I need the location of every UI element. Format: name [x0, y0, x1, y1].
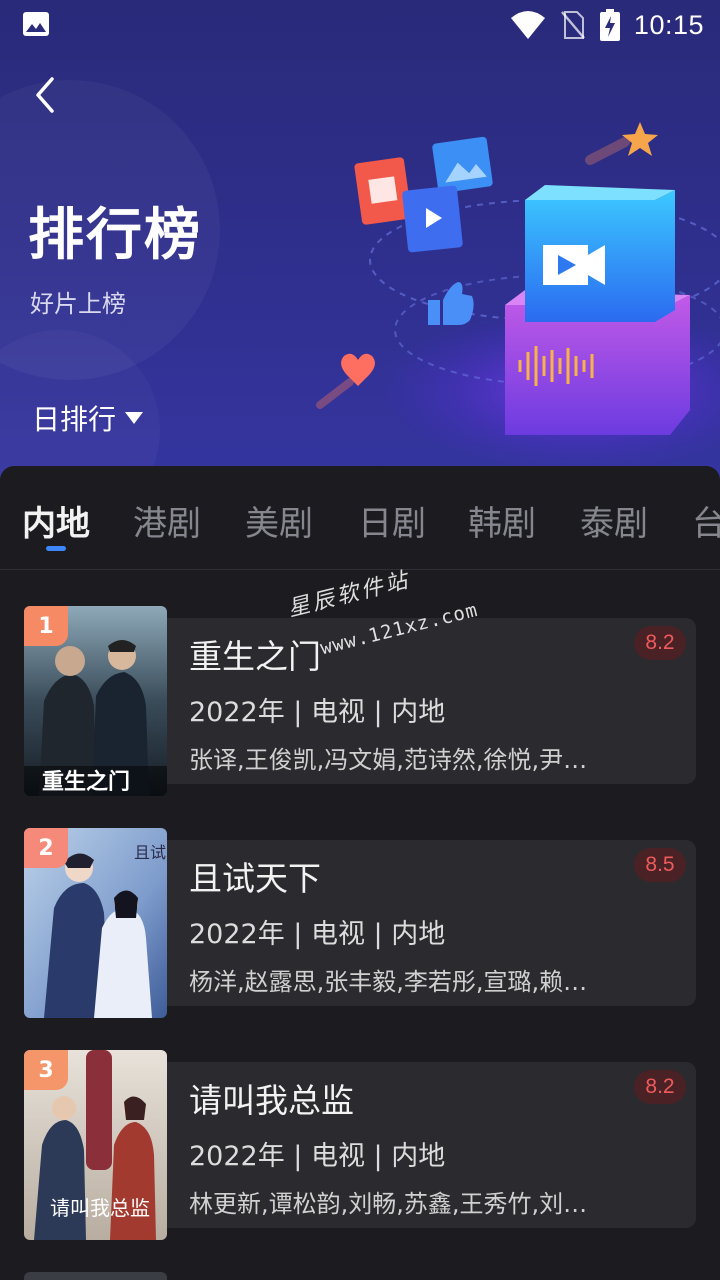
- active-tab-indicator: [46, 546, 66, 551]
- item-meta: 2022年 | 电视 | 内地: [189, 919, 446, 950]
- tab-us[interactable]: 美剧: [245, 496, 313, 545]
- poster-caption: 重生之门: [42, 769, 130, 795]
- category-tabs: 内地 港剧 美剧 日剧 韩剧 泰剧 台: [0, 466, 720, 570]
- tab-mainland[interactable]: 内地: [22, 496, 90, 545]
- tab-hongkong[interactable]: 港剧: [133, 496, 201, 545]
- page-subtitle: 好片上榜: [30, 290, 126, 318]
- item-title: 且试天下: [189, 859, 321, 898]
- poster-caption: 且试: [134, 843, 166, 862]
- rank-period-label: 日排行: [32, 403, 117, 436]
- item-meta: 2022年 | 电视 | 内地: [189, 697, 446, 728]
- item-cast: 杨洋,赵露思,张丰毅,李若彤,宣璐,赖…: [189, 968, 588, 996]
- tab-korea[interactable]: 韩剧: [468, 496, 536, 545]
- item-cast: 张译,王俊凯,冯文娟,范诗然,徐悦,尹…: [189, 746, 588, 774]
- divider: [0, 569, 720, 570]
- score-badge: 8.2: [634, 1070, 686, 1104]
- list-item[interactable]: 请叫我总监 3 请叫我总监 2022年 | 电视 | 内地 林更新,谭松韵,刘畅…: [24, 1050, 696, 1240]
- rank-badge: 2: [24, 828, 68, 868]
- wifi-icon: [510, 11, 545, 39]
- status-time: 10:15: [633, 9, 704, 40]
- poster-image: [24, 1272, 167, 1280]
- no-sim-icon: [560, 11, 585, 39]
- poster-caption: 请叫我总监: [50, 1196, 150, 1220]
- item-title: 请叫我总监: [189, 1081, 354, 1120]
- item-cast: 林更新,谭松韵,刘畅,苏鑫,王秀竹,刘…: [189, 1190, 588, 1218]
- rank-badge: 1: [24, 606, 68, 646]
- battery-charging-icon: [599, 9, 620, 41]
- ranking-illustration: [316, 122, 720, 470]
- score-badge: 8.5: [634, 848, 686, 882]
- tab-taiwan[interactable]: 台: [692, 496, 720, 545]
- chevron-left-icon: [36, 77, 54, 113]
- rank-badge: 3: [24, 1050, 68, 1090]
- item-title: 重生之门: [189, 637, 321, 676]
- image-icon: [23, 12, 49, 36]
- back-button[interactable]: [20, 70, 70, 120]
- rank-period-dropdown[interactable]: 日排行: [32, 398, 144, 438]
- status-bar: 10:15: [0, 0, 720, 50]
- tab-thai[interactable]: 泰剧: [580, 496, 648, 545]
- tab-japan[interactable]: 日剧: [358, 496, 426, 545]
- header-banner: 10:15 排行榜 好片上榜 日排行: [0, 0, 720, 480]
- item-meta: 2022年 | 电视 | 内地: [189, 1141, 446, 1172]
- list-item[interactable]: 且试 2 且试天下 2022年 | 电视 | 内地 杨洋,赵露思,张丰毅,李若彤…: [24, 828, 696, 1018]
- caret-down-icon: [125, 412, 144, 424]
- score-badge: 8.2: [634, 626, 686, 660]
- page-title: 排行榜: [28, 203, 202, 268]
